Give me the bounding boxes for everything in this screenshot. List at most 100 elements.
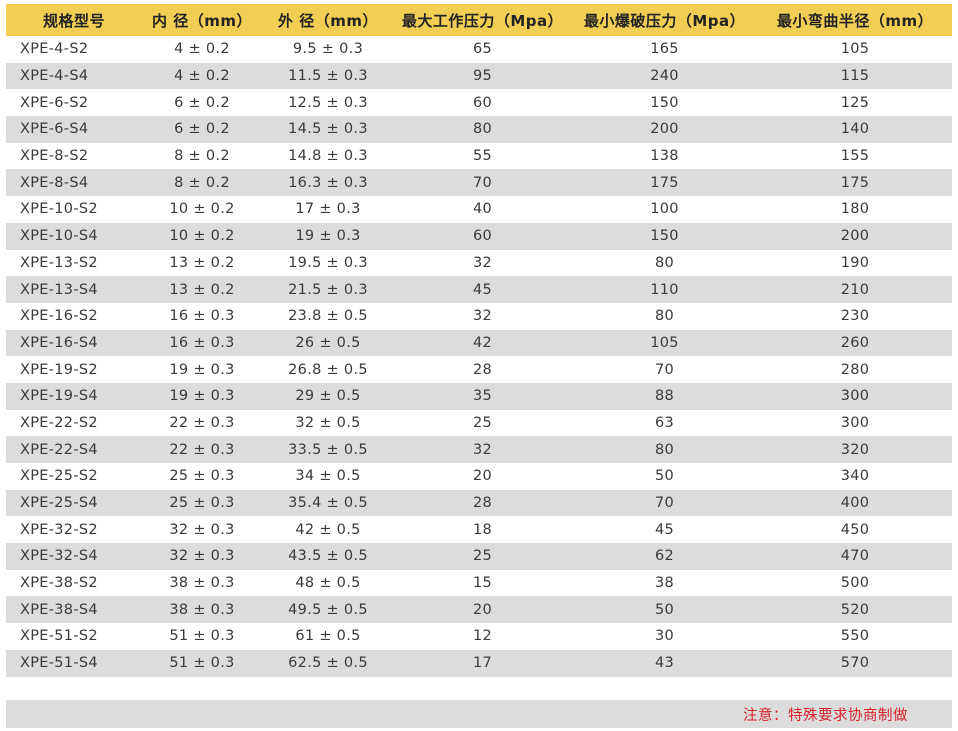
model-cell: XPE-32-S2 (6, 516, 142, 544)
table-cell: 300 (758, 382, 952, 410)
table-cell: 50 (571, 463, 758, 490)
model-cell: XPE-8-S2 (6, 142, 142, 170)
model-cell: XPE-32-S4 (6, 543, 142, 570)
table-row: XPE-8-S2 8 ± 0.2 14.8 ± 0.3 55 138 155 (6, 142, 952, 170)
table-row: XPE-32-S4 32 ± 0.3 43.5 ± 0.5 25 62 470 (6, 543, 952, 570)
table-cell: 180 (758, 196, 952, 223)
table-row: XPE-6-S2 6 ± 0.2 12.5 ± 0.3 60 150 125 (6, 89, 952, 117)
table-cell: 190 (758, 249, 952, 277)
table-cell: 80 (394, 116, 571, 143)
table-cell: 28 (394, 489, 571, 517)
table-cell: 21.5 ± 0.3 (262, 276, 394, 303)
table-cell: 62 (571, 543, 758, 570)
table-cell: 50 (571, 596, 758, 624)
table-cell: 15 (394, 569, 571, 597)
column-header: 外 径（mm） (262, 4, 394, 36)
table-cell: 570 (758, 649, 952, 677)
table-row: XPE-13-S4 13 ± 0.2 21.5 ± 0.3 45 110 210 (6, 276, 952, 303)
table-cell: 6 ± 0.2 (142, 116, 262, 143)
table-cell: 29 ± 0.5 (262, 382, 394, 410)
table-cell: 25 ± 0.3 (142, 463, 262, 490)
table-cell: 150 (571, 222, 758, 250)
table-cell: 70 (571, 489, 758, 517)
table-cell: 19 ± 0.3 (142, 382, 262, 410)
model-cell: XPE-19-S2 (6, 356, 142, 383)
table-cell: 22 ± 0.3 (142, 436, 262, 463)
table-cell: 32 (394, 249, 571, 277)
table-cell: 33.5 ± 0.5 (262, 436, 394, 463)
table-cell: 32 (394, 436, 571, 463)
table-cell: 260 (758, 329, 952, 357)
table-cell: 51 ± 0.3 (142, 623, 262, 650)
table-cell: 11.5 ± 0.3 (262, 62, 394, 90)
table-cell: 38 ± 0.3 (142, 596, 262, 624)
table-row: XPE-38-S4 38 ± 0.3 49.5 ± 0.5 20 50 520 (6, 596, 952, 624)
model-cell: XPE-4-S2 (6, 36, 142, 63)
table-cell: 230 (758, 302, 952, 330)
table-cell: 19 ± 0.3 (142, 356, 262, 383)
table-cell: 45 (394, 276, 571, 303)
table-cell: 14.8 ± 0.3 (262, 142, 394, 170)
table-row: XPE-16-S2 16 ± 0.3 23.8 ± 0.5 32 80 230 (6, 302, 952, 330)
table-row: XPE-4-S4 4 ± 0.2 11.5 ± 0.3 95 240 115 (6, 62, 952, 90)
table-cell: 25 ± 0.3 (142, 489, 262, 517)
spec-table: 规格型号内 径（mm）外 径（mm） 最大工作压力（Mpa） 最小爆破压力（Mpa）… (6, 4, 952, 677)
model-cell: XPE-51-S2 (6, 623, 142, 650)
table-cell: 70 (394, 169, 571, 197)
model-cell: XPE-6-S4 (6, 116, 142, 143)
table-cell: 115 (758, 62, 952, 90)
table-cell: 26 ± 0.5 (262, 329, 394, 357)
table-row: XPE-38-S2 38 ± 0.3 48 ± 0.5 15 38 500 (6, 569, 952, 597)
table-cell: 340 (758, 463, 952, 490)
table-cell: 23.8 ± 0.5 (262, 302, 394, 330)
column-header: 最大工作压力（Mpa） (394, 4, 571, 36)
table-row: XPE-19-S2 19 ± 0.3 26.8 ± 0.5 28 70 280 (6, 356, 952, 383)
table-row: XPE-10-S2 10 ± 0.2 17 ± 0.3 40 100 180 (6, 196, 952, 223)
table-cell: 38 (571, 569, 758, 597)
table-cell: 4 ± 0.2 (142, 36, 262, 63)
table-cell: 49.5 ± 0.5 (262, 596, 394, 624)
table-cell: 138 (571, 142, 758, 170)
table-cell: 63 (571, 409, 758, 437)
table-cell: 320 (758, 436, 952, 463)
table-cell: 125 (758, 89, 952, 117)
table-cell: 38 ± 0.3 (142, 569, 262, 597)
table-cell: 43.5 ± 0.5 (262, 543, 394, 570)
table-cell: 105 (758, 36, 952, 63)
table-cell: 45 (571, 516, 758, 544)
table-row: XPE-13-S2 13 ± 0.2 19.5 ± 0.3 32 80 190 (6, 249, 952, 277)
table-cell: 13 ± 0.2 (142, 249, 262, 277)
table-cell: 26.8 ± 0.5 (262, 356, 394, 383)
table-cell: 48 ± 0.5 (262, 569, 394, 597)
table-cell: 200 (758, 222, 952, 250)
table-cell: 19.5 ± 0.3 (262, 249, 394, 277)
table-cell: 175 (571, 169, 758, 197)
table-cell: 12.5 ± 0.3 (262, 89, 394, 117)
table-cell: 280 (758, 356, 952, 383)
table-cell: 12 (394, 623, 571, 650)
table-cell: 43 (571, 649, 758, 677)
table-cell: 500 (758, 569, 952, 597)
table-cell: 70 (571, 356, 758, 383)
table-cell: 6 ± 0.2 (142, 89, 262, 117)
table-cell: 61 ± 0.5 (262, 623, 394, 650)
note-bar: 注意：特殊要求协商制做 (6, 700, 952, 728)
table-cell: 16 ± 0.3 (142, 302, 262, 330)
table-cell: 55 (394, 142, 571, 170)
model-cell: XPE-13-S2 (6, 249, 142, 277)
table-cell: 450 (758, 516, 952, 544)
table-cell: 470 (758, 543, 952, 570)
table-row: XPE-10-S4 10 ± 0.2 19 ± 0.3 60 150 200 (6, 222, 952, 250)
column-header: 最小爆破压力（Mpa） (571, 4, 758, 36)
table-cell: 42 (394, 329, 571, 357)
table-cell: 10 ± 0.2 (142, 222, 262, 250)
table-cell: 550 (758, 623, 952, 650)
table-cell: 13 ± 0.2 (142, 276, 262, 303)
table-cell: 16 ± 0.3 (142, 329, 262, 357)
model-cell: XPE-13-S4 (6, 276, 142, 303)
header-row: 规格型号内 径（mm）外 径（mm） 最大工作压力（Mpa） 最小爆破压力（Mpa）… (6, 4, 952, 36)
model-cell: XPE-25-S2 (6, 463, 142, 490)
table-cell: 200 (571, 116, 758, 143)
table-row: XPE-6-S4 6 ± 0.2 14.5 ± 0.3 80 200 140 (6, 116, 952, 143)
table-cell: 150 (571, 89, 758, 117)
